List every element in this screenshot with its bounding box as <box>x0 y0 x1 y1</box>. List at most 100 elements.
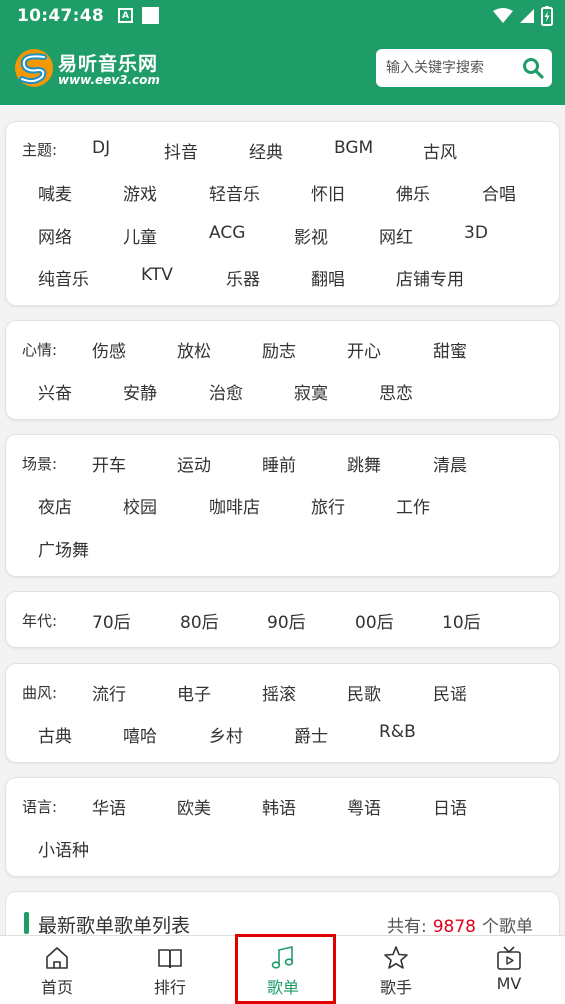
tag-item[interactable]: 运动 <box>177 451 211 476</box>
category-label: 心情: <box>22 341 58 359</box>
tag-item[interactable]: R&B <box>379 722 416 742</box>
tag-item[interactable]: 开车 <box>92 451 126 476</box>
tag-item[interactable]: 喊麦 <box>38 180 72 205</box>
tag-item[interactable]: 网红 <box>379 223 413 248</box>
tag-item[interactable]: 乡村 <box>209 722 243 747</box>
tag-item[interactable]: 思恋 <box>379 379 413 404</box>
category-card-theme: 主题: DJ 抖音 经典 BGM 古风 喊麦 游戏 轻音乐 怀旧 佛乐 合唱 网… <box>6 122 559 305</box>
app-header: 易听音乐网 www.eev3.com <box>0 31 565 105</box>
tag-item[interactable]: 影视 <box>294 223 328 248</box>
category-card-era: 年代: 70后 80后 90后 00后 10后 <box>6 592 559 647</box>
tag-item[interactable]: 跳舞 <box>347 451 381 476</box>
site-name: 易听音乐网 <box>58 53 159 75</box>
bottom-nav: 首页 排行 歌单 歌手 MV <box>0 935 565 1004</box>
battery-icon <box>541 5 553 26</box>
tag-item[interactable]: 甜蜜 <box>433 337 467 362</box>
nav-ranking[interactable]: 排行 <box>120 936 220 1004</box>
playlist-count: 共有: 9878 个歌单 <box>387 912 533 937</box>
section-title: 最新歌单歌单列表 <box>38 915 191 937</box>
tag-item[interactable]: 3D <box>464 223 488 243</box>
tag-item[interactable]: 华语 <box>92 794 126 819</box>
nav-playlist[interactable]: 歌单 <box>233 936 333 1004</box>
book-icon <box>158 949 182 969</box>
count-suffix: 个歌单 <box>482 917 533 937</box>
search-icon[interactable] <box>522 57 544 79</box>
tag-item[interactable]: 日语 <box>433 794 467 819</box>
tag-item[interactable]: 寂寞 <box>294 379 328 404</box>
tag-item[interactable]: 民歌 <box>347 680 381 705</box>
nav-label: MV <box>496 974 522 993</box>
tag-item[interactable]: BGM <box>334 138 373 158</box>
tag-item[interactable]: 摇滚 <box>262 680 296 705</box>
site-url: www.eev3.com <box>58 73 160 87</box>
tag-item[interactable]: 店铺专用 <box>396 265 464 290</box>
tag-item[interactable]: 睡前 <box>262 451 296 476</box>
wifi-icon <box>493 7 513 23</box>
nav-home[interactable]: 首页 <box>7 936 107 1004</box>
tag-item[interactable]: 小语种 <box>38 836 89 861</box>
tag-item[interactable]: 咖啡店 <box>209 493 260 518</box>
music-note-icon <box>271 945 294 969</box>
tag-item[interactable]: 放松 <box>177 337 211 362</box>
tag-item[interactable]: 电子 <box>177 680 211 705</box>
tag-item[interactable]: 韩语 <box>262 794 296 819</box>
nav-label: 歌单 <box>266 978 299 997</box>
site-logo-icon[interactable] <box>14 48 54 88</box>
tag-item[interactable]: 安静 <box>123 379 157 404</box>
tag-item[interactable]: 兴奋 <box>38 379 72 404</box>
tag-item[interactable]: 夜店 <box>38 493 72 518</box>
tag-item[interactable]: 儿童 <box>123 223 157 248</box>
tag-item[interactable]: 轻音乐 <box>209 180 260 205</box>
tag-item[interactable]: 10后 <box>442 608 481 633</box>
tag-item[interactable]: 工作 <box>396 493 430 518</box>
notification-a-icon: A <box>117 8 133 23</box>
tag-item[interactable]: 古典 <box>38 722 72 747</box>
tag-item[interactable]: 古风 <box>423 138 457 163</box>
search-box <box>376 49 552 87</box>
tag-item[interactable]: 70后 <box>92 608 131 633</box>
tag-item[interactable]: KTV <box>141 265 173 285</box>
tag-item[interactable]: 00后 <box>355 608 394 633</box>
tag-item[interactable]: 广场舞 <box>38 536 89 561</box>
category-card-mood: 心情: 伤感 放松 励志 开心 甜蜜 兴奋 安静 治愈 寂寞 思恋 <box>6 321 559 419</box>
tag-item[interactable]: 游戏 <box>123 180 157 205</box>
tag-item[interactable]: 抖音 <box>164 138 198 163</box>
tag-item[interactable]: 嘻哈 <box>123 722 157 747</box>
tag-item[interactable]: 治愈 <box>209 379 243 404</box>
tag-item[interactable]: 清晨 <box>433 451 467 476</box>
tag-item[interactable]: ACG <box>209 223 245 243</box>
tag-item[interactable]: 流行 <box>92 680 126 705</box>
notification-square-icon <box>141 7 159 24</box>
tag-item[interactable]: 经典 <box>249 138 283 163</box>
category-label: 场景: <box>22 455 58 473</box>
nav-singer[interactable]: 歌手 <box>346 936 446 1004</box>
tag-item[interactable]: 纯音乐 <box>38 265 89 290</box>
tag-item[interactable]: 旅行 <box>311 493 345 518</box>
nav-mv[interactable]: MV <box>459 936 559 1004</box>
category-label: 语言: <box>22 798 58 816</box>
tag-item[interactable]: 合唱 <box>482 180 516 205</box>
tag-item[interactable]: 伤感 <box>92 337 126 362</box>
tag-item[interactable]: 网络 <box>38 223 72 248</box>
nav-label: 歌手 <box>379 978 412 997</box>
tag-item[interactable]: 校园 <box>123 493 157 518</box>
tag-item[interactable]: 翻唱 <box>311 265 345 290</box>
tag-item[interactable]: 佛乐 <box>396 180 430 205</box>
count-prefix: 共有: <box>387 917 427 937</box>
tag-item[interactable]: 80后 <box>180 608 219 633</box>
tag-item[interactable]: 民谣 <box>433 680 467 705</box>
tag-item[interactable]: 爵士 <box>294 722 328 747</box>
nav-label: 排行 <box>153 978 186 997</box>
tag-item[interactable]: 乐器 <box>226 265 260 290</box>
category-label: 主题: <box>22 141 58 159</box>
tag-item[interactable]: 怀旧 <box>311 180 345 205</box>
search-input[interactable] <box>386 49 516 87</box>
status-time: 10:47:48 <box>17 5 104 26</box>
status-bar: 10:47:48 A <box>0 0 565 31</box>
tag-item[interactable]: 欧美 <box>177 794 211 819</box>
tag-item[interactable]: 粤语 <box>347 794 381 819</box>
tag-item[interactable]: 开心 <box>347 337 381 362</box>
tag-item[interactable]: 励志 <box>262 337 296 362</box>
tag-item[interactable]: DJ <box>92 138 110 158</box>
tag-item[interactable]: 90后 <box>267 608 306 633</box>
